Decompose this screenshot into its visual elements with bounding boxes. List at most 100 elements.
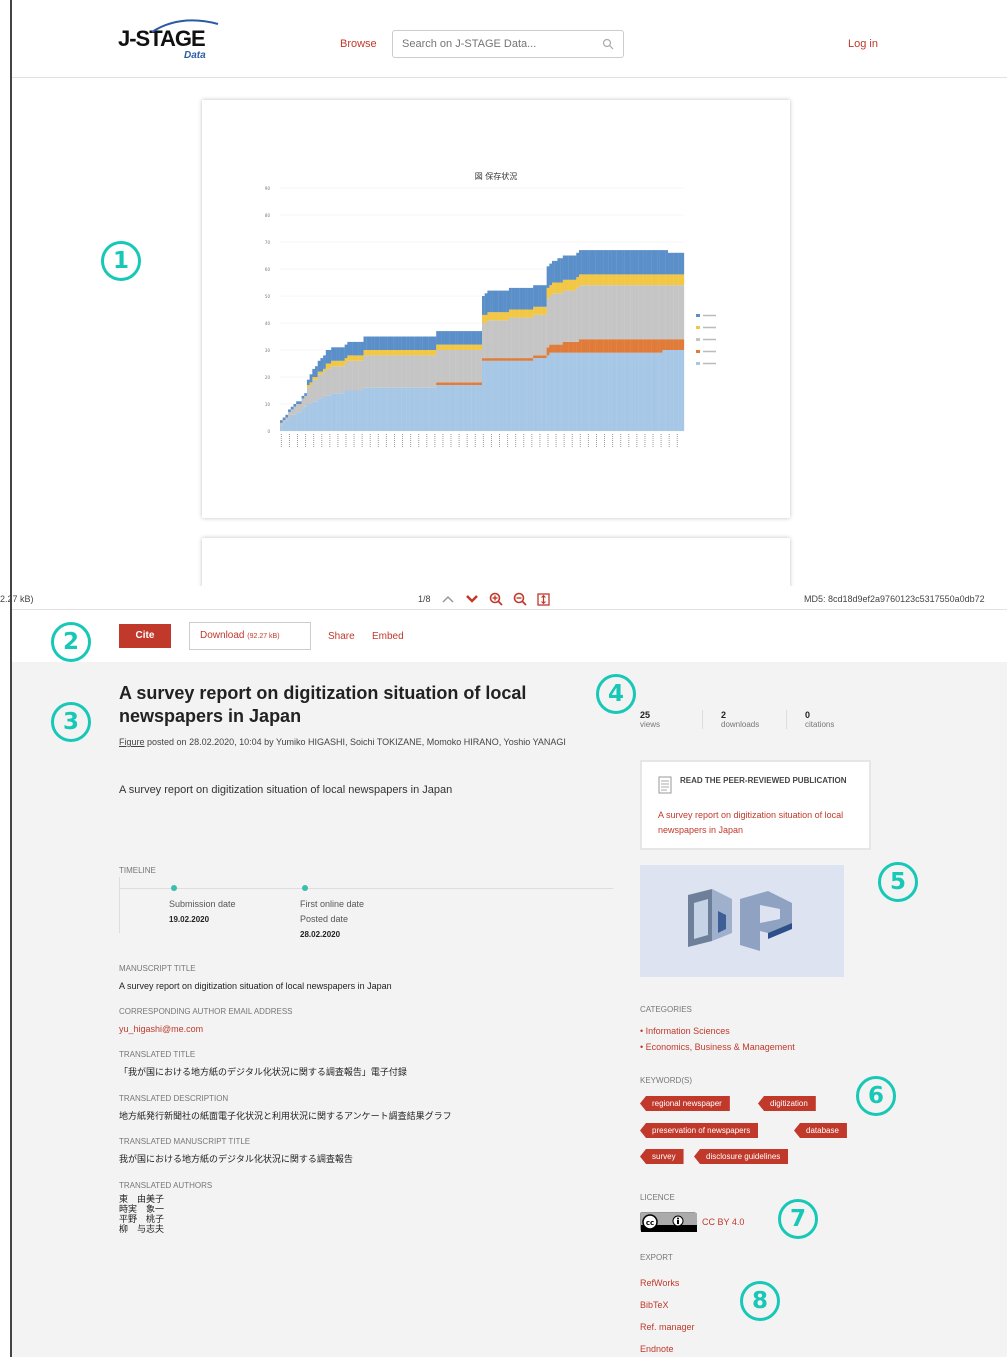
category-link[interactable]: Economics, Business & Management (646, 1042, 795, 1052)
chart-bar-segment (457, 331, 461, 345)
embed-link[interactable]: Embed (372, 631, 404, 642)
chart-bar-segment (517, 358, 520, 361)
chart-bar-segment (635, 339, 639, 353)
email-link[interactable]: yu_higashi@me.com (119, 1024, 293, 1035)
chart-bar-segment (506, 360, 510, 431)
download-button[interactable]: Download (92.27 kB) (189, 622, 311, 650)
chart-bar-segment (613, 250, 617, 275)
chart-bar-segment (595, 274, 598, 286)
chart-bar-segment (428, 350, 431, 356)
chart-bar-segment (393, 350, 396, 356)
export-refmanager-link[interactable]: Ref. manager (640, 1322, 695, 1332)
chart-bar-segment (616, 250, 620, 275)
item-type-link[interactable]: Figure (119, 737, 145, 747)
chart-bar-segment (611, 274, 615, 286)
chart-bar-segment (401, 387, 405, 431)
document-viewer[interactable]: 図 保存状況 0 10 20 30 40 50 60 70 80 90 (12, 78, 1007, 586)
chart-bar-segment (538, 314, 542, 356)
export-endnote-link[interactable]: Endnote (640, 1344, 674, 1354)
chart-bar-segment (463, 385, 466, 431)
chart-bar-segment (387, 336, 391, 350)
category-item[interactable]: • Economics, Business & Management (640, 1042, 795, 1052)
chart-bar-segment (605, 352, 609, 431)
chart-bar-segment (632, 274, 636, 286)
login-link[interactable]: Log in (848, 38, 878, 50)
chart-bar-segment (646, 285, 650, 340)
chart-bar-segment (562, 290, 566, 342)
fit-page-icon[interactable] (536, 592, 550, 606)
zoom-out-icon[interactable] (513, 592, 527, 606)
chart-bar-segment (500, 290, 504, 313)
chart-bar-segment (449, 350, 453, 383)
browse-link[interactable]: Browse (340, 38, 377, 50)
chart-bar-segment (420, 350, 423, 356)
chart-bar-segment (331, 366, 335, 394)
chart-bar-segment (657, 339, 660, 353)
chart-bar-segment (444, 331, 448, 345)
chart-bar-segment (659, 339, 663, 353)
chart-bar-segment (490, 320, 493, 359)
chart-bar-segment (417, 355, 421, 388)
keyword-tag[interactable]: digitization (758, 1096, 816, 1111)
cc-license-badge[interactable]: cc (640, 1212, 697, 1232)
chart-bar-segment (508, 309, 512, 318)
annotation-marker-5: 5 (878, 862, 918, 902)
author-list: 東 由美子 時実 象一 平野 桃子 柳 与志夫 (119, 1194, 212, 1234)
chart-bar-segment (317, 360, 321, 372)
keyword-tag[interactable]: regional newspaper (640, 1096, 730, 1111)
chart-bar-segment (587, 274, 590, 286)
search-icon[interactable] (602, 38, 614, 50)
article-byline: Figure posted on 28.02.2020, 10:04 by Yu… (119, 736, 609, 749)
chart-bar-segment (366, 387, 370, 431)
keyword-tag[interactable]: preservation of newspapers (640, 1123, 759, 1138)
chart-bar-segment (638, 250, 642, 275)
export-refworks-link[interactable]: RefWorks (640, 1278, 679, 1288)
jstage-logo[interactable]: J-STAGE Data (118, 19, 228, 66)
chart-bar-segment (336, 366, 340, 394)
chart-bar-segment (543, 314, 547, 356)
chart-bar-segment (403, 355, 407, 388)
chart-bar-segment (430, 350, 434, 356)
chart-bar-segment (592, 285, 596, 340)
category-link[interactable]: Information Sciences (646, 1026, 730, 1036)
keyword-tag[interactable]: database (794, 1123, 847, 1138)
chart-bar-segment (584, 352, 588, 431)
chart-bar-segment (479, 382, 483, 386)
chart-bar-segment (306, 385, 310, 388)
chart-bar-segment (323, 368, 326, 372)
chart-bar-segment (508, 317, 512, 359)
chart-bar-segment (395, 336, 399, 350)
chart-bar-segment (463, 350, 466, 383)
chart-bar-segment (315, 366, 318, 377)
chart-bar-segment (681, 339, 685, 350)
chevron-down-icon[interactable] (465, 594, 479, 604)
chart-bar-segment (517, 360, 520, 431)
cite-button[interactable]: Cite (119, 624, 171, 648)
chart-bar-segment (444, 344, 448, 350)
peer-publication-link[interactable]: A survey report on digitization situatio… (658, 808, 858, 838)
chart-bar-segment (455, 350, 458, 383)
chart-bar-segment (290, 414, 294, 431)
category-item[interactable]: • Information Sciences (640, 1026, 730, 1036)
file-size-fragment: 2.27 kB) (0, 594, 34, 604)
chart-bar-segment (376, 355, 380, 388)
legend-swatch (696, 326, 700, 329)
chart-bar-segment (600, 250, 604, 275)
field-label: TRANSLATED TITLE (119, 1050, 196, 1059)
chevron-up-icon[interactable] (441, 594, 455, 604)
search-input[interactable] (393, 31, 588, 57)
licence-link[interactable]: CC BY 4.0 (702, 1217, 744, 1227)
chart-bar-segment (422, 355, 426, 388)
chart-bar-segment (309, 404, 313, 431)
keyword-tag[interactable]: disclosure guidelines (694, 1149, 789, 1164)
keyword-tag[interactable]: survey (640, 1149, 684, 1164)
chart-bar-segment (479, 385, 483, 431)
chart-bar-segment (352, 390, 356, 431)
chart-bar-segment (560, 352, 563, 431)
chart-bar-segment (638, 339, 642, 353)
export-bibtex-link[interactable]: BibTeX (640, 1300, 669, 1310)
share-link[interactable]: Share (328, 631, 355, 642)
chart-bar-segment (503, 360, 507, 431)
zoom-in-icon[interactable] (489, 592, 503, 606)
chart-bar-segment (463, 344, 466, 350)
